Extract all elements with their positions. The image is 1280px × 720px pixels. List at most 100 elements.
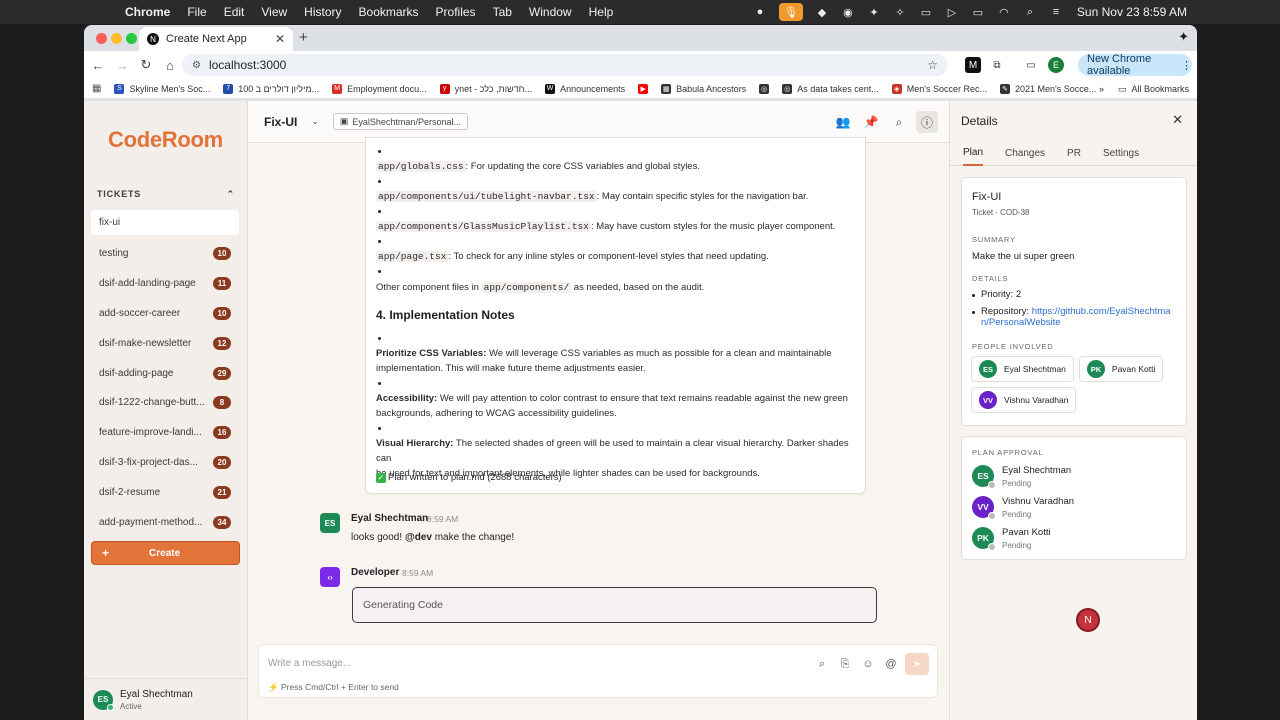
zoom-window-button[interactable] xyxy=(126,33,137,44)
coderoom-logo[interactable]: CodeRoom xyxy=(108,127,223,153)
ticket-item[interactable]: dsif-3-fix-project-das... 20 xyxy=(91,448,239,478)
bookmark-8[interactable]: ◎ As data takes cent... xyxy=(782,83,879,94)
ticket-item[interactable]: dsif-add-landing-page 11 xyxy=(91,269,239,299)
tab-plan[interactable]: Plan xyxy=(963,141,984,166)
ticket-item[interactable]: feature-improve-landi... 16 xyxy=(91,418,239,448)
menu-view[interactable]: View xyxy=(261,5,287,19)
wifi-icon[interactable]: ◠ xyxy=(991,0,1017,24)
tab-changes[interactable]: Changes xyxy=(1005,141,1045,166)
create-ticket-button[interactable]: + Create xyxy=(91,541,240,565)
microphone-icon[interactable]: 🎙 xyxy=(778,3,803,21)
record-icon[interactable]: ● xyxy=(747,0,773,24)
home-icon[interactable]: ⌂ xyxy=(158,58,182,73)
pin-icon[interactable]: 📌 xyxy=(860,111,882,133)
at-mention-icon[interactable]: @ xyxy=(882,654,900,674)
menu-edit[interactable]: Edit xyxy=(224,5,245,19)
close-icon[interactable]: ✕ xyxy=(1172,112,1183,128)
chevron-up-icon[interactable]: ⌃ xyxy=(227,189,235,200)
menu-clock[interactable]: Sun Nov 23 8:59 AM xyxy=(1077,5,1187,19)
bookmark-7[interactable]: ◎ xyxy=(759,83,770,94)
menu-bookmarks[interactable]: Bookmarks xyxy=(359,5,419,19)
menu-app-name[interactable]: Chrome xyxy=(125,5,170,19)
new-chrome-available-button[interactable]: New Chrome available ⋮ xyxy=(1078,53,1192,77)
send-button[interactable]: ➤ xyxy=(905,653,929,675)
mention[interactable]: @dev xyxy=(405,532,432,543)
person-chip[interactable]: PK Pavan Kotti xyxy=(1078,356,1164,382)
notion-extension-icon[interactable]: M xyxy=(965,57,981,73)
menu-tab[interactable]: Tab xyxy=(493,5,512,19)
bookmark-1[interactable]: 7 100 מיליון דולרים ב... xyxy=(223,83,319,94)
all-bookmarks-folder[interactable]: ▭ All Bookmarks xyxy=(1118,84,1189,95)
person-chip[interactable]: VV Vishnu Varadhan xyxy=(971,387,1077,413)
bookmark-9[interactable]: ◈ Men's Soccer Rec... xyxy=(891,83,987,94)
browser-tab[interactable]: N Create Next App ✕ xyxy=(139,27,293,51)
tab-pr[interactable]: PR xyxy=(1067,141,1081,166)
control-icon[interactable]: ✧ xyxy=(887,0,913,24)
control-center-icon[interactable]: ≡ xyxy=(1043,0,1069,24)
menu-history[interactable]: History xyxy=(304,5,341,19)
search-icon[interactable]: ⌕ xyxy=(813,654,831,674)
menu-profiles[interactable]: Profiles xyxy=(436,5,476,19)
menu-help[interactable]: Help xyxy=(589,5,614,19)
forward-icon[interactable]: → xyxy=(110,58,134,73)
search-icon[interactable]: ⌕ xyxy=(1017,0,1043,24)
message-input[interactable]: Write a message... xyxy=(268,658,351,669)
info-icon[interactable]: ⓘ xyxy=(916,111,938,133)
bookmark-6[interactable]: ▦ Babula Ancestors xyxy=(661,83,746,94)
ticket-item[interactable]: dsif-2-resume 21 xyxy=(91,477,239,507)
bookmark-2[interactable]: M Employment docu... xyxy=(332,83,427,94)
ticket-item[interactable]: testing 10 xyxy=(91,239,239,269)
bookmarks-overflow-icon[interactable]: » xyxy=(1099,84,1104,94)
bookmark-10[interactable]: ✎ 2021 Men's Socce... xyxy=(999,83,1096,94)
reload-icon[interactable]: ↻ xyxy=(134,57,158,73)
ticket-item-active[interactable]: fix-ui xyxy=(91,210,239,235)
repo-link[interactable]: n/PersonalWebsite xyxy=(981,317,1061,328)
nextjs-dev-indicator[interactable]: N xyxy=(1076,608,1100,632)
extensions-puzzle-icon[interactable]: ⧉ xyxy=(989,57,1005,73)
person-chip[interactable]: ES Eyal Shechtman xyxy=(971,356,1074,382)
menu-file[interactable]: File xyxy=(187,5,206,19)
repo-chip[interactable]: ▣ EyalShechtman/Personal... xyxy=(332,113,468,130)
paperclip-icon[interactable]: ⎘ xyxy=(836,654,854,674)
chat-title[interactable]: Fix-UI xyxy=(264,115,297,129)
shield-icon[interactable]: ◆ xyxy=(809,0,835,24)
display-icon[interactable]: ▭ xyxy=(913,0,939,24)
tickets-section-header[interactable]: TICKETS ⌃ xyxy=(97,189,235,200)
search-icon[interactable]: ⌕ xyxy=(888,111,910,133)
ticket-item[interactable]: dsif-1222-change-butt... 8 xyxy=(91,388,239,418)
address-bar[interactable]: ⚙ localhost:3000 ☆ xyxy=(182,54,948,76)
bookmark-4[interactable]: W Announcements xyxy=(545,83,625,94)
current-user[interactable]: ES Eyal Shechtman Active xyxy=(84,678,248,720)
back-icon[interactable]: ← xyxy=(86,58,110,73)
site-info-icon[interactable]: ⚙ xyxy=(192,60,201,71)
apps-grid-icon[interactable]: ▦ xyxy=(92,83,101,94)
ticket-item[interactable]: dsif-adding-page 29 xyxy=(91,358,239,388)
emoji-icon[interactable]: ☺ xyxy=(859,654,877,674)
people-icon[interactable]: 👥 xyxy=(832,111,854,133)
bookmark-3[interactable]: y ynet - חדשות, כלכ... xyxy=(439,83,532,94)
message-composer[interactable]: Write a message... ⚡ Press Cmd/Ctrl + En… xyxy=(258,644,938,698)
bookmark-0[interactable]: S Skyline Men's Soc... xyxy=(114,83,210,94)
more-menu-icon[interactable]: ⋮ xyxy=(1181,59,1192,72)
profile-avatar[interactable]: E xyxy=(1048,57,1064,73)
vpn-icon[interactable]: ◉ xyxy=(835,0,861,24)
gemini-sparkle-icon[interactable]: ✦ xyxy=(1178,29,1189,45)
sparkle-icon[interactable]: ✦ xyxy=(861,0,887,24)
minimize-window-button[interactable] xyxy=(111,33,122,44)
ticket-item[interactable]: add-soccer-career 10 xyxy=(91,299,239,329)
ticket-item[interactable]: add-payment-method... 34 xyxy=(91,507,239,537)
cast-icon[interactable]: ▭ xyxy=(1023,57,1039,73)
chevron-down-icon[interactable]: ⌄ xyxy=(311,116,319,127)
menu-window[interactable]: Window xyxy=(529,5,572,19)
battery-icon[interactable]: ▭ xyxy=(965,0,991,24)
ticket-item[interactable]: dsif-make-newsletter 12 xyxy=(91,328,239,358)
close-tab-icon[interactable]: ✕ xyxy=(275,32,285,46)
bookmark-5[interactable]: ▶ xyxy=(638,83,649,94)
approval-row: PK Pavan Kotti Pending xyxy=(972,527,1051,551)
close-window-button[interactable] xyxy=(96,33,107,44)
play-icon[interactable]: ▷ xyxy=(939,0,965,24)
tab-settings[interactable]: Settings xyxy=(1103,141,1139,166)
new-tab-icon[interactable]: + xyxy=(299,29,308,46)
repo-link[interactable]: https://github.com/EyalShechtma xyxy=(1032,306,1171,317)
bookmark-star-icon[interactable]: ☆ xyxy=(927,58,938,72)
